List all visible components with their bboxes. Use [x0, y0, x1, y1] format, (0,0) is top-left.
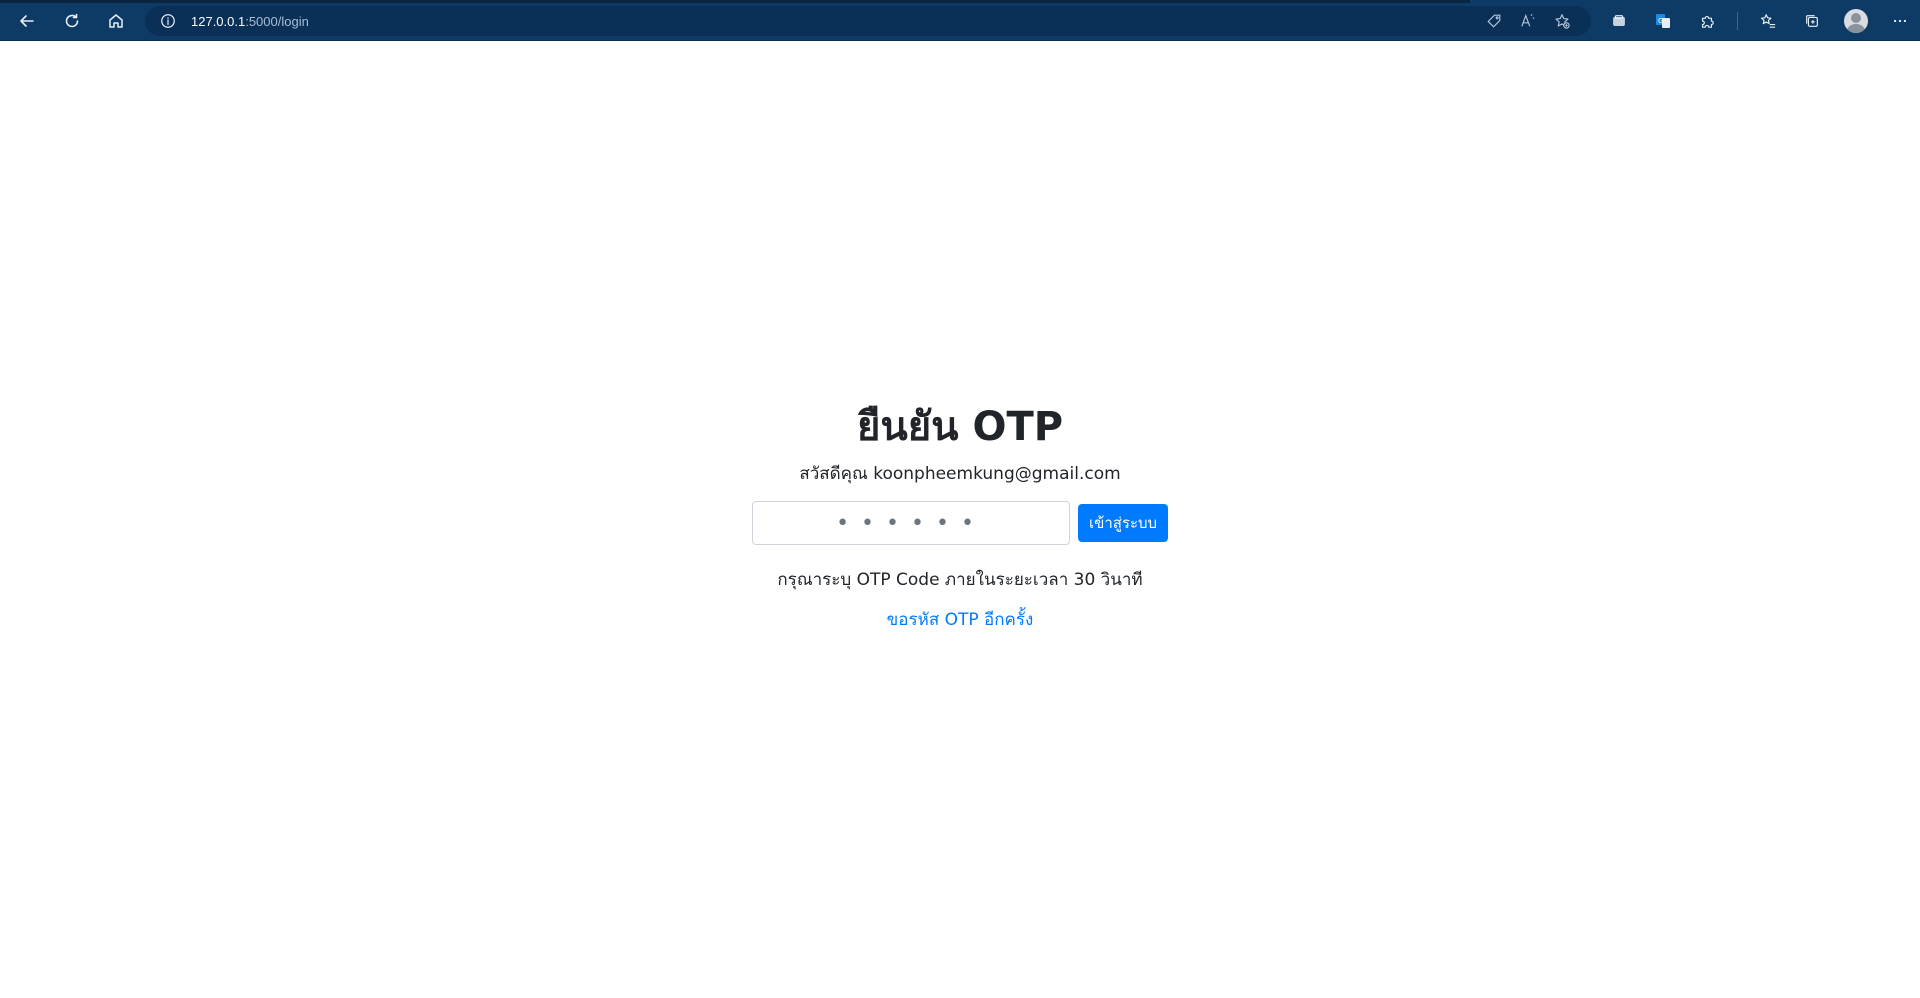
browser-actions: G: [1605, 8, 1920, 34]
url-host: 127.0.0.1: [191, 13, 246, 29]
refresh-button[interactable]: [58, 8, 86, 34]
login-button[interactable]: เข้าสู่ระบบ: [1078, 504, 1168, 542]
refresh-icon: [65, 13, 79, 28]
otp-hint-text: กรุณาระบุ OTP Code ภายในระยะเวลา 30 วินา…: [777, 570, 1143, 590]
page-load-indicator: [0, 0, 1470, 3]
page-title: ยืนยัน OTP: [856, 404, 1064, 450]
address-bar-actions: [1483, 12, 1573, 30]
read-aloud-icon[interactable]: [1517, 12, 1539, 30]
more-menu-icon[interactable]: [1886, 8, 1914, 34]
url-text[interactable]: 127.0.0.1:5000/login: [191, 14, 309, 29]
avatar: [1844, 9, 1868, 33]
home-icon: [109, 14, 123, 28]
address-bar[interactable]: 127.0.0.1:5000/login: [145, 6, 1591, 36]
site-info-icon[interactable]: [159, 12, 177, 30]
tag-icon[interactable]: [1483, 12, 1505, 30]
url-path: :5000/login: [245, 13, 309, 29]
back-button[interactable]: [13, 8, 41, 34]
extensions-icon[interactable]: [1693, 8, 1721, 34]
browser-toolbar: 127.0.0.1:5000/login G: [0, 0, 1920, 41]
screenshot-icon[interactable]: [1605, 8, 1633, 34]
otp-input[interactable]: [752, 501, 1070, 545]
home-button[interactable]: [102, 8, 130, 34]
svg-text:G: G: [1658, 17, 1663, 25]
otp-input-row: เข้าสู่ระบบ: [752, 501, 1168, 545]
otp-form: ยืนยัน OTP สวัสดีคุณ koonpheemkung@gmail…: [752, 401, 1168, 631]
favorite-star-icon[interactable]: [1551, 12, 1573, 30]
profile-button[interactable]: [1842, 8, 1870, 34]
greeting-text: สวัสดีคุณ koonpheemkung@gmail.com: [799, 464, 1121, 484]
collections-icon[interactable]: [1798, 8, 1826, 34]
page-content: ยืนยัน OTP สวัสดีคุณ koonpheemkung@gmail…: [0, 41, 1920, 998]
favorites-icon[interactable]: [1754, 8, 1782, 34]
translate-icon[interactable]: G: [1649, 8, 1677, 34]
toolbar-divider: [1737, 12, 1738, 30]
resend-otp-link[interactable]: ขอรหัส OTP อีกครั้ง: [887, 609, 1034, 631]
back-arrow-icon: [20, 15, 34, 27]
